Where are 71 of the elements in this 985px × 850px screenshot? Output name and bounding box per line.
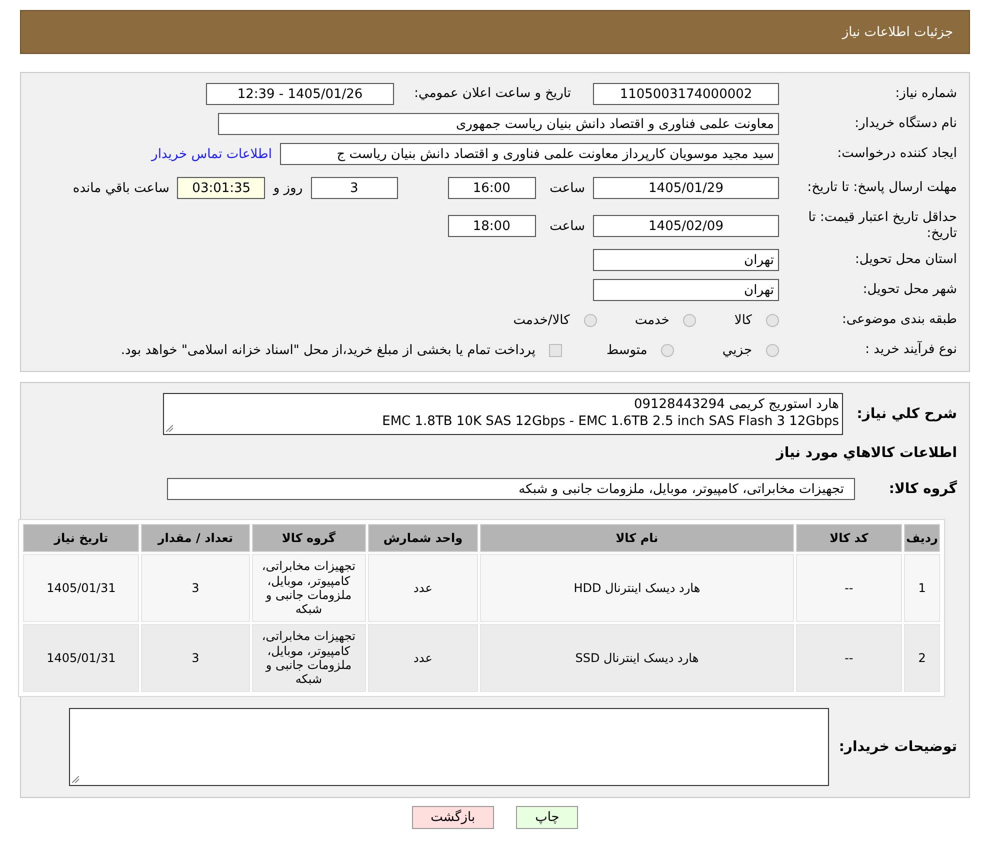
requester-field: سید مجید موسویان کارپرداز معاونت علمی فناوری و اقتصاد دانش بنیان ریاست ج <box>280 143 779 165</box>
option-label: کالا/خدمت <box>513 312 570 328</box>
field-label: حداقل تاریخ اعتبار قیمت: تا تاریخ: <box>807 210 958 242</box>
back-button[interactable]: بازگشت <box>412 806 494 829</box>
table-cell: 3 <box>141 554 250 622</box>
resize-grip-icon[interactable] <box>166 425 173 432</box>
field-label: توضیحات خریدار: <box>838 738 958 756</box>
time-field: 16:00 <box>448 177 536 199</box>
table-cell: 1405/01/31 <box>23 624 140 692</box>
goods-group-field: تجهیزات مخابراتی، کامپیوتر، موبایل، ملزومات جانبی و شبکه <box>167 478 855 500</box>
table-cell: 1405/01/31 <box>23 554 140 622</box>
announce-date-field: 1405/01/26 - 12:39 <box>206 83 394 105</box>
table-cell: هارد دیسک اینترنال SSD <box>480 624 794 692</box>
section-heading: اطلاعات كالاهاي مورد نياز <box>776 445 958 461</box>
field-label: ایجاد کننده درخواست: <box>836 146 958 162</box>
time-field: 18:00 <box>448 215 536 237</box>
table-cell: -- <box>796 554 902 622</box>
date-field: 1405/02/09 <box>593 215 779 237</box>
option-label: خدمت <box>634 312 670 328</box>
checkbox[interactable] <box>549 344 562 356</box>
province-field: تهران <box>593 249 779 271</box>
table-cell: 3 <box>141 624 250 692</box>
column-header: ردیف <box>904 524 940 552</box>
page-title: جزئیات اطلاعات نیاز <box>842 24 953 40</box>
field-label: تاریخ و ساعت اعلان عمومي: <box>413 86 572 102</box>
field-label: طبقه بندی موضوعی: <box>840 312 958 328</box>
field-label: نام دستگاه خریدار: <box>854 116 958 132</box>
option-label: کالا <box>734 312 752 328</box>
table-cell: هارد دیسک اینترنال HDD <box>480 554 794 622</box>
contact-link[interactable]: اطلاعات تماس خریدار <box>152 146 272 162</box>
table-cell: تجهیزات مخابراتی، کامپیوتر، موبایل، ملزومات جانبی و شبکه <box>252 554 366 622</box>
table-cell: 1 <box>904 554 940 622</box>
field-label: استان محل تحویل: <box>854 252 958 268</box>
city-field: تهران <box>593 279 779 301</box>
buyer-notes-textarea[interactable] <box>69 708 829 786</box>
date-field: 1405/01/29 <box>593 177 779 199</box>
buyer-field: معاونت علمی فناوری و اقتصاد دانش بنیان ریاست جمهوری <box>218 113 779 135</box>
option-label: جزيي <box>722 342 752 358</box>
days-label: روز و <box>273 180 303 196</box>
radio-button[interactable] <box>766 314 779 326</box>
radio-button[interactable] <box>584 314 597 326</box>
column-header: گروه کالا <box>252 524 366 552</box>
table-cell: عدد <box>368 554 478 622</box>
resize-grip-icon[interactable] <box>72 776 79 783</box>
field-label: شهر محل تحویل: <box>862 282 958 298</box>
option-label: متوسط <box>606 342 648 358</box>
need-number-field: 1105003174000002 <box>593 83 779 105</box>
field-label: نوع فرآیند خرید : <box>864 342 958 358</box>
days-field: 3 <box>310 177 398 199</box>
remaining-label: ساعت باقي مانده <box>72 180 170 196</box>
table-cell: 2 <box>904 624 940 692</box>
field-label: گروه كالا: <box>888 480 958 498</box>
table-cell: عدد <box>368 624 478 692</box>
radio-button[interactable] <box>661 344 674 356</box>
field-label: مهلت ارسال پاسخ: تا تاریخ: <box>806 180 958 196</box>
remaining-time-field: 03:01:35 <box>177 177 266 199</box>
column-header: واحد شمارش <box>368 524 478 552</box>
column-header: تعداد / مقدار <box>141 524 250 552</box>
radio-button[interactable] <box>766 344 779 356</box>
table-cell: تجهیزات مخابراتی، کامپیوتر، موبایل، ملزومات جانبی و شبکه <box>252 624 366 692</box>
time-label: ساعت <box>550 180 585 196</box>
option-label: پرداخت تمام یا بخشی از مبلغ خرید،از محل "اسناد خزانه اسلامی" خواهد بود. <box>120 342 536 358</box>
time-label: ساعت <box>550 218 585 234</box>
table-cell: -- <box>796 624 902 692</box>
column-header: نام کالا <box>480 524 794 552</box>
field-label: شماره نیاز: <box>894 86 958 102</box>
radio-button[interactable] <box>683 314 696 326</box>
column-header: تاریخ نیاز <box>23 524 140 552</box>
field-label: شرح كلي نياز: <box>856 406 958 422</box>
column-header: کد کالا <box>796 524 902 552</box>
print-button[interactable]: چاپ <box>516 806 578 829</box>
